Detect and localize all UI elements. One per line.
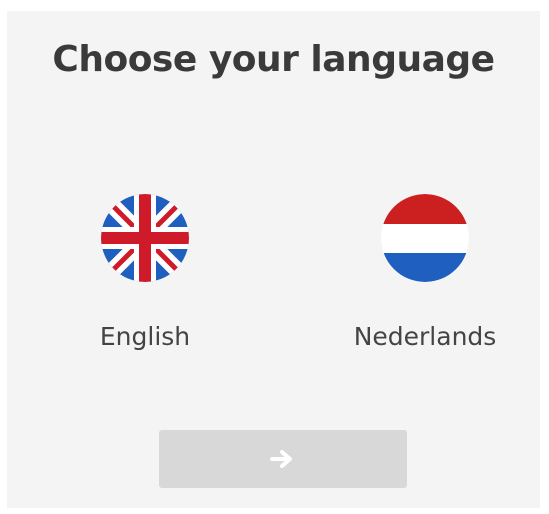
arrow-right-icon: [270, 450, 292, 468]
next-button[interactable]: [159, 430, 407, 488]
language-panel: Choose your language English Nederlands: [7, 11, 540, 508]
uk-flag-icon: [101, 194, 189, 282]
netherlands-flag-icon: [381, 194, 469, 282]
language-option-nederlands[interactable]: Nederlands: [325, 194, 525, 351]
language-label-nederlands: Nederlands: [353, 322, 497, 351]
page-title: Choose your language: [52, 39, 495, 80]
language-label-english: English: [99, 322, 191, 351]
language-option-english[interactable]: English: [45, 194, 245, 351]
